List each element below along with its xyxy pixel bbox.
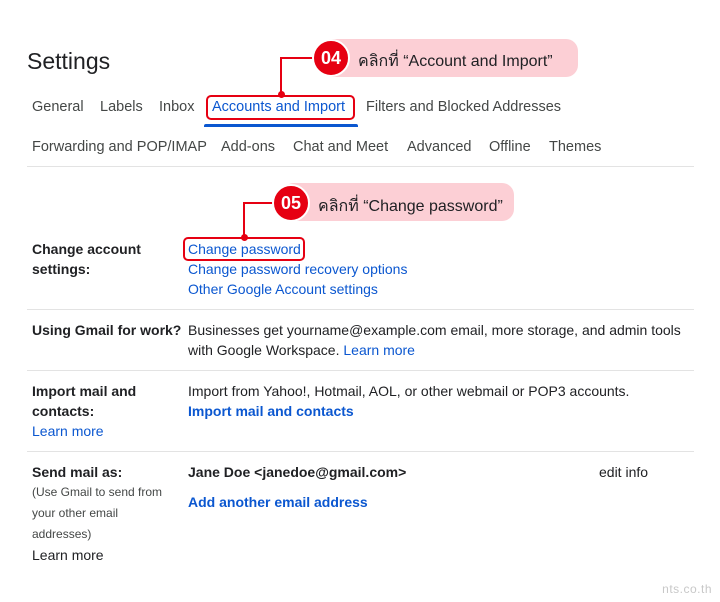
- step4-highlight-box: [206, 95, 355, 120]
- tab-general[interactable]: General: [32, 99, 84, 115]
- sublabel-line: your other email: [32, 506, 119, 520]
- step4-callout-text: คลิกที่ “Account and Import”: [358, 53, 553, 70]
- page-title: Settings: [27, 48, 111, 74]
- section-divider: [27, 309, 694, 310]
- send-mail-identity: Jane Doe <janedoe@gmail.com>: [188, 464, 407, 480]
- import-mail-content: Import from Yahoo!, Hotmail, AOL, or oth…: [188, 381, 629, 421]
- send-mail-sublabel: (Use Gmail to send from your other email…: [32, 482, 162, 545]
- step5-connector: [243, 203, 245, 237]
- other-google-account-settings-link[interactable]: Other Google Account settings: [188, 279, 407, 299]
- step4-badge: 04: [312, 39, 350, 77]
- tab-forwarding-pop-imap[interactable]: Forwarding and POP/IMAP: [32, 139, 207, 155]
- label-line: Import mail and: [32, 383, 137, 399]
- watermark: nts.co.th: [662, 582, 712, 596]
- tab-filters-and-blocked-addresses[interactable]: Filters and Blocked Addresses: [366, 99, 561, 115]
- step4-connector: [280, 58, 282, 94]
- gmail-work-text: with Google Workspace.: [188, 342, 340, 358]
- change-account-label: Change account settings:: [32, 239, 141, 279]
- step5-callout-text: คลิกที่ “Change password”: [318, 198, 503, 215]
- gmail-work-text-line2: with Google Workspace. Learn more: [188, 340, 681, 360]
- change-password-recovery-link[interactable]: Change password recovery options: [188, 259, 407, 279]
- tab-labels[interactable]: Labels: [100, 99, 143, 115]
- edit-info-link[interactable]: edit info: [599, 462, 648, 482]
- tab-add-ons[interactable]: Add-ons: [221, 139, 275, 155]
- import-mail-description: Import from Yahoo!, Hotmail, AOL, or oth…: [188, 383, 630, 399]
- step5-badge: 05: [272, 184, 310, 222]
- send-mail-learn-more-link[interactable]: Learn more: [32, 545, 104, 565]
- gmail-work-description: Businesses get yourname@example.com emai…: [188, 320, 681, 360]
- gmail-work-label: Using Gmail for work?: [32, 322, 182, 338]
- gmail-work-learn-more-link[interactable]: Learn more: [343, 342, 415, 358]
- step5-connector: [243, 202, 273, 204]
- sublabel-line: (Use Gmail to send from: [32, 485, 163, 499]
- tabs-divider: [27, 166, 694, 167]
- import-mail-and-contacts-link[interactable]: Import mail and contacts: [188, 401, 629, 421]
- import-mail-learn-more-link[interactable]: Learn more: [32, 421, 136, 441]
- sublabel-line: addresses): [32, 527, 92, 541]
- gmail-work-text: Businesses get yourname@example.com emai…: [188, 322, 681, 338]
- active-tab-indicator: [204, 124, 358, 127]
- add-another-email-link[interactable]: Add another email address: [188, 492, 368, 512]
- tab-themes[interactable]: Themes: [549, 139, 601, 155]
- tab-offline[interactable]: Offline: [489, 139, 531, 155]
- send-mail-label: Send mail as:: [32, 464, 123, 480]
- label-line: Change account: [32, 241, 141, 257]
- label-line: contacts:: [32, 403, 95, 419]
- tab-chat-and-meet[interactable]: Chat and Meet: [293, 139, 388, 155]
- step4-connector-dot: [278, 91, 285, 98]
- section-divider: [27, 451, 694, 452]
- import-mail-label: Import mail and contacts: Learn more: [32, 381, 136, 441]
- section-divider: [27, 370, 694, 371]
- step5-connector-dot: [241, 234, 248, 241]
- tab-advanced[interactable]: Advanced: [407, 139, 472, 155]
- step4-connector: [280, 57, 314, 59]
- tab-inbox[interactable]: Inbox: [159, 99, 194, 115]
- label-line: settings:: [32, 261, 91, 277]
